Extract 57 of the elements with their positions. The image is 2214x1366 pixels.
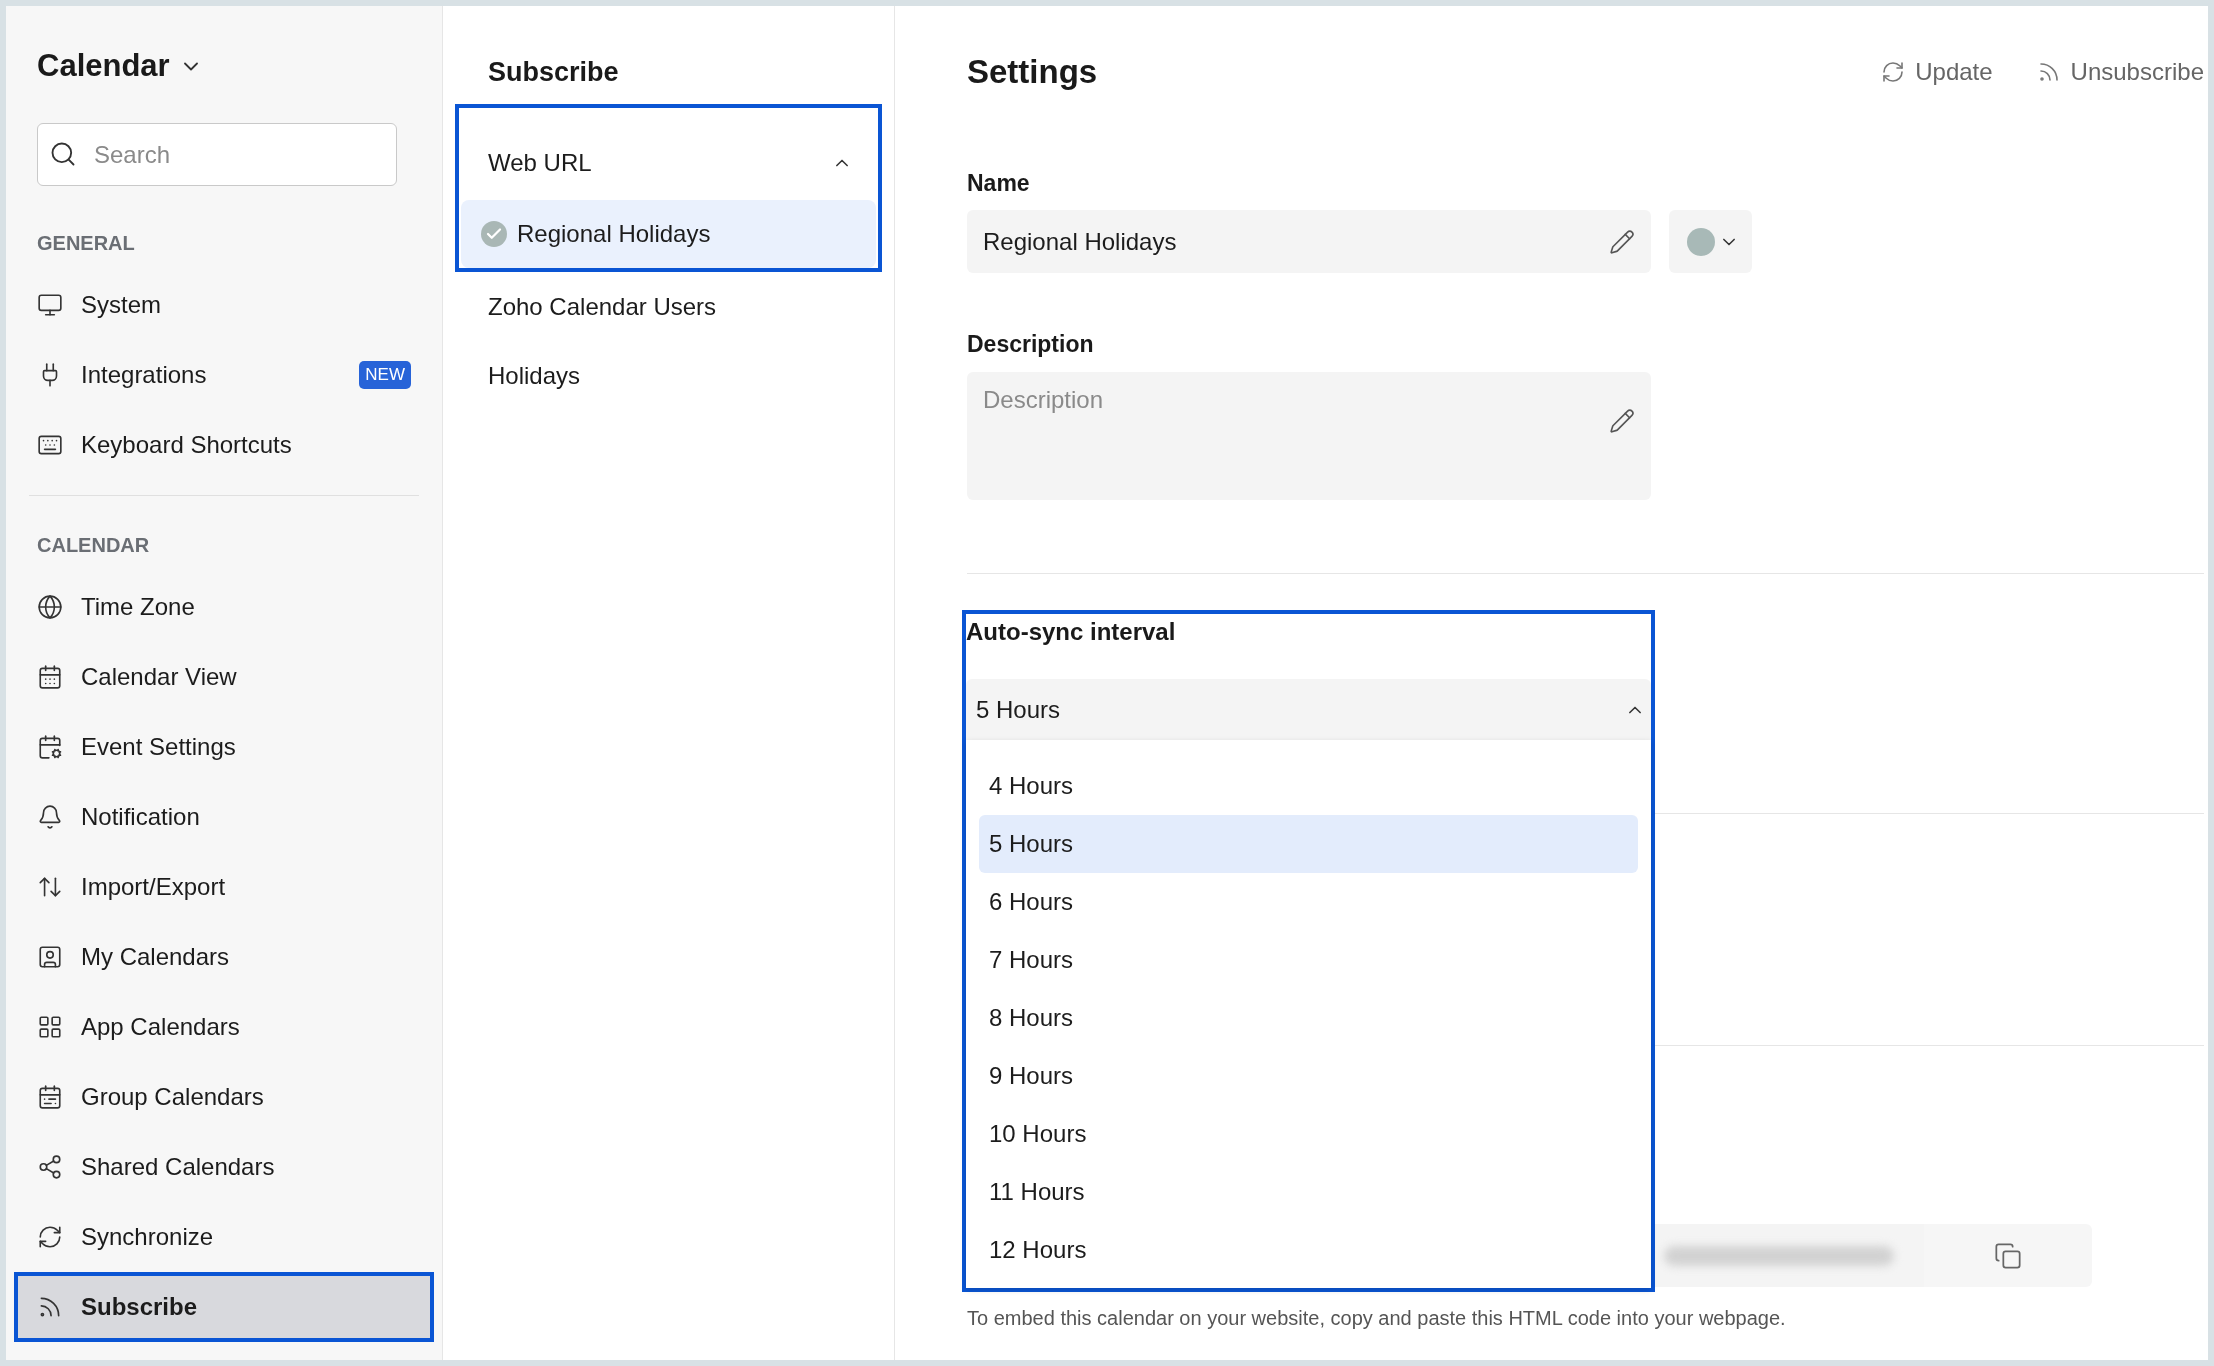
sidebar-item[interactable]: Integrations NEW — [6, 340, 442, 410]
sidebar-item[interactable]: Import/Export — [6, 852, 442, 922]
new-badge: NEW — [359, 361, 411, 389]
sidebar-item[interactable]: My Calendars — [6, 922, 442, 992]
section-heading: GENERAL — [37, 231, 135, 256]
app-title[interactable]: Calendar — [37, 42, 170, 90]
sidebar-item[interactable]: Time Zone — [6, 572, 442, 642]
group-header[interactable]: Holidays — [443, 341, 894, 410]
sidebar-item[interactable]: Event Settings — [6, 712, 442, 782]
sidebar-item[interactable]: System — [6, 270, 442, 340]
color-picker[interactable] — [1669, 210, 1752, 273]
field-label: Description — [967, 331, 1095, 357]
sidebar-item[interactable]: Calendar View — [6, 642, 442, 712]
action-button[interactable]: Unsubscribe — [2036, 54, 2204, 90]
panel-title: Subscribe — [488, 55, 619, 89]
share-icon — [37, 1154, 63, 1180]
sync-icon — [37, 1224, 63, 1250]
globe-icon — [37, 594, 63, 620]
dropdown-option[interactable]: 5 Hours — [979, 815, 1638, 873]
copy-icon — [1994, 1241, 2022, 1270]
sidebar-item[interactable]: Keyboard Shortcuts — [6, 410, 442, 480]
sidebar-item[interactable]: Notification — [6, 782, 442, 852]
sidebar-item[interactable]: Synchronize — [6, 1202, 442, 1272]
interval-select[interactable]: 5 Hours — [966, 679, 1651, 740]
calendar-gear-icon — [37, 734, 63, 760]
bell-icon — [37, 804, 63, 830]
pencil-icon — [1609, 228, 1635, 255]
chevron-up-icon — [836, 159, 848, 167]
grid-icon — [37, 1014, 63, 1040]
name-field[interactable]: Regional Holidays — [967, 210, 1651, 273]
search-icon — [49, 140, 77, 168]
action-button[interactable]: Update — [1881, 54, 1993, 90]
chevron-down-icon — [1722, 237, 1735, 246]
subscription-item[interactable]: Regional Holidays — [461, 200, 876, 268]
copy-button[interactable] — [1924, 1224, 2092, 1287]
page-title: Settings — [967, 52, 1098, 93]
chevron-down-icon — [183, 61, 198, 71]
chevron-up-icon — [1629, 705, 1641, 714]
sidebar-item[interactable]: Group Calendars — [6, 1062, 442, 1132]
search-field[interactable]: Search — [37, 123, 397, 186]
group-header[interactable]: Zoho Calendar Users — [443, 272, 894, 341]
calendar-icon — [37, 1084, 63, 1110]
refresh-icon — [1881, 60, 1906, 84]
group-header[interactable]: Web URL — [459, 108, 878, 200]
user-square-icon — [37, 944, 63, 970]
sidebar-item[interactable]: Shared Calendars — [6, 1132, 442, 1202]
section-heading: CALENDAR — [37, 533, 150, 558]
sidebar-item[interactable]: Subscribe — [14, 1272, 434, 1342]
field-label: Name — [967, 170, 1031, 196]
sidebar-item[interactable]: App Calendars — [6, 992, 442, 1062]
monitor-icon — [37, 292, 63, 318]
calendar-icon — [37, 664, 63, 690]
description-field[interactable]: Description — [967, 372, 1651, 500]
embed-hint: To embed this calendar on your website, copy and paste this HTML code into your webpage. — [967, 1306, 1787, 1331]
field-label: Auto-sync interval — [966, 617, 1176, 647]
pencil-icon — [1609, 408, 1635, 434]
check-icon — [481, 221, 507, 247]
